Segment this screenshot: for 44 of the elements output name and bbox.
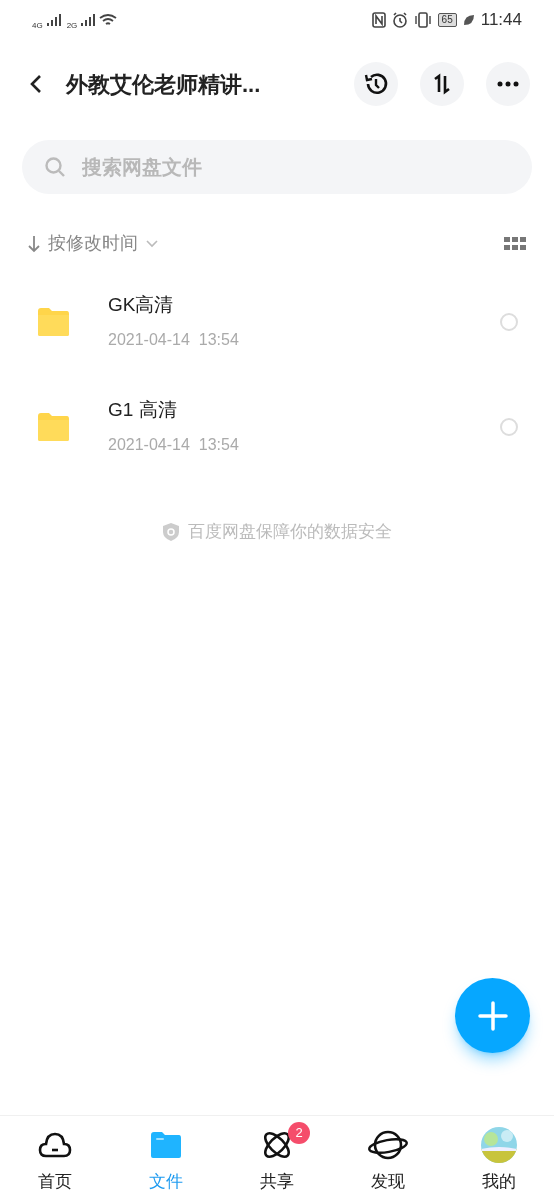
leaf-icon [462, 14, 475, 26]
add-button[interactable] [455, 978, 530, 1053]
signal-icon [46, 14, 61, 26]
network-label: 4G [32, 22, 43, 30]
network-label: 2G [66, 22, 78, 30]
search-icon [44, 156, 66, 178]
nav-tab[interactable]: 我的 [443, 1116, 554, 1200]
notification-badge: 2 [288, 1122, 311, 1144]
shield-icon [162, 521, 180, 542]
folder-icon [36, 306, 70, 337]
more-icon [497, 81, 519, 87]
nfc-icon [371, 12, 386, 28]
history-button[interactable] [354, 62, 398, 106]
signal-icon [81, 14, 96, 26]
nav-tab[interactable]: 共享 2 [221, 1116, 333, 1200]
file-name: G1 高清 [108, 398, 178, 423]
nav-tab[interactable]: 首页 [0, 1116, 111, 1200]
more-button[interactable] [486, 62, 530, 106]
file-date: 2021-04-14 13:54 [108, 434, 240, 455]
back-icon [30, 74, 42, 94]
folder-title: 外教艾伦老师精讲... [66, 70, 262, 99]
folder-icon [36, 411, 70, 442]
file-date: 2021-04-14 13:54 [108, 329, 240, 350]
plus-icon [477, 1000, 508, 1031]
security-notice: 百度网盘保障你的数据安全 [188, 521, 392, 543]
sort-dropdown[interactable]: 按修改时间 [28, 230, 158, 257]
caret-icon [146, 239, 158, 248]
sort-button[interactable] [420, 62, 464, 106]
planet-icon [367, 1128, 408, 1161]
wifi-icon [99, 13, 118, 27]
folder-icon [150, 1130, 183, 1159]
grid-view-icon[interactable] [504, 236, 526, 251]
down-arrow-icon [28, 234, 40, 253]
battery-indicator: 65 [437, 13, 457, 27]
file-row[interactable]: GK高清 2021-04-14 13:54 [0, 269, 554, 374]
file-row[interactable]: G1 高清 2021-04-14 13:54 [0, 374, 554, 479]
file-name: GK高清 [108, 293, 175, 318]
vibrate-icon [413, 12, 432, 28]
history-icon [363, 71, 389, 97]
clock-time: 11:44 [480, 9, 522, 32]
alarm-icon [391, 12, 408, 28]
nav-tab[interactable]: 发现 [332, 1116, 444, 1200]
cloud-icon [38, 1130, 73, 1159]
search-field[interactable]: 搜索网盘文件 [22, 140, 532, 194]
